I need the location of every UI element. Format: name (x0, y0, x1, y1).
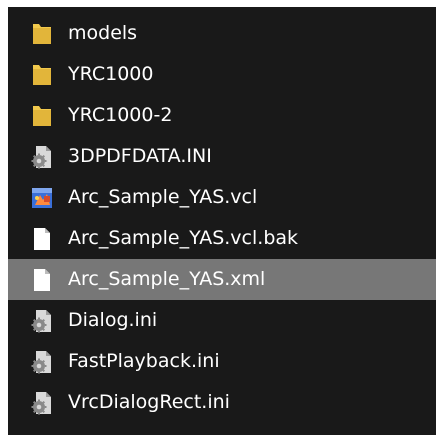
list-item-arc-sample-yas-vcl-bak[interactable]: Arc_Sample_YAS.vcl.bak (8, 218, 436, 259)
file-list: models YRC1000 YRC1000-2 3DPDFDATA.INI A… (8, 7, 436, 435)
settings-file-icon (30, 349, 54, 375)
vcl-file-icon (30, 185, 54, 211)
list-item-dialog-ini[interactable]: Dialog.ini (8, 300, 436, 341)
list-item-models[interactable]: models (8, 13, 436, 54)
folder-icon (30, 21, 54, 47)
list-item-3dpdfdata-ini[interactable]: 3DPDFDATA.INI (8, 136, 436, 177)
list-item-label: VrcDialogRect.ini (68, 391, 230, 413)
list-item-arc-sample-yas-xml[interactable]: Arc_Sample_YAS.xml (8, 259, 436, 300)
list-item-label: Dialog.ini (68, 309, 158, 331)
list-item-fastplayback-ini[interactable]: FastPlayback.ini (8, 341, 436, 382)
list-item-yrc1000[interactable]: YRC1000 (8, 54, 436, 95)
list-item-label: Arc_Sample_YAS.vcl.bak (68, 227, 299, 249)
list-item-label: Arc_Sample_YAS.xml (68, 268, 266, 290)
list-item-vrcdialogrect-ini[interactable]: VrcDialogRect.ini (8, 382, 436, 423)
folder-icon (30, 62, 54, 88)
list-item-label: YRC1000 (68, 63, 154, 85)
settings-file-icon (30, 308, 54, 334)
blank-file-icon (30, 267, 54, 293)
list-item-label: YRC1000-2 (68, 104, 173, 126)
settings-file-icon (30, 144, 54, 170)
blank-file-icon (30, 226, 54, 252)
folder-icon (30, 103, 54, 129)
list-item-yrc1000-2[interactable]: YRC1000-2 (8, 95, 436, 136)
list-item-label: Arc_Sample_YAS.vcl (68, 186, 258, 208)
list-item-label: FastPlayback.ini (68, 350, 220, 372)
settings-file-icon (30, 390, 54, 416)
list-item-label: 3DPDFDATA.INI (68, 145, 212, 167)
list-item-arc-sample-yas-vcl[interactable]: Arc_Sample_YAS.vcl (8, 177, 436, 218)
window-frame: models YRC1000 YRC1000-2 3DPDFDATA.INI A… (0, 0, 444, 443)
list-item-label: models (68, 22, 138, 44)
